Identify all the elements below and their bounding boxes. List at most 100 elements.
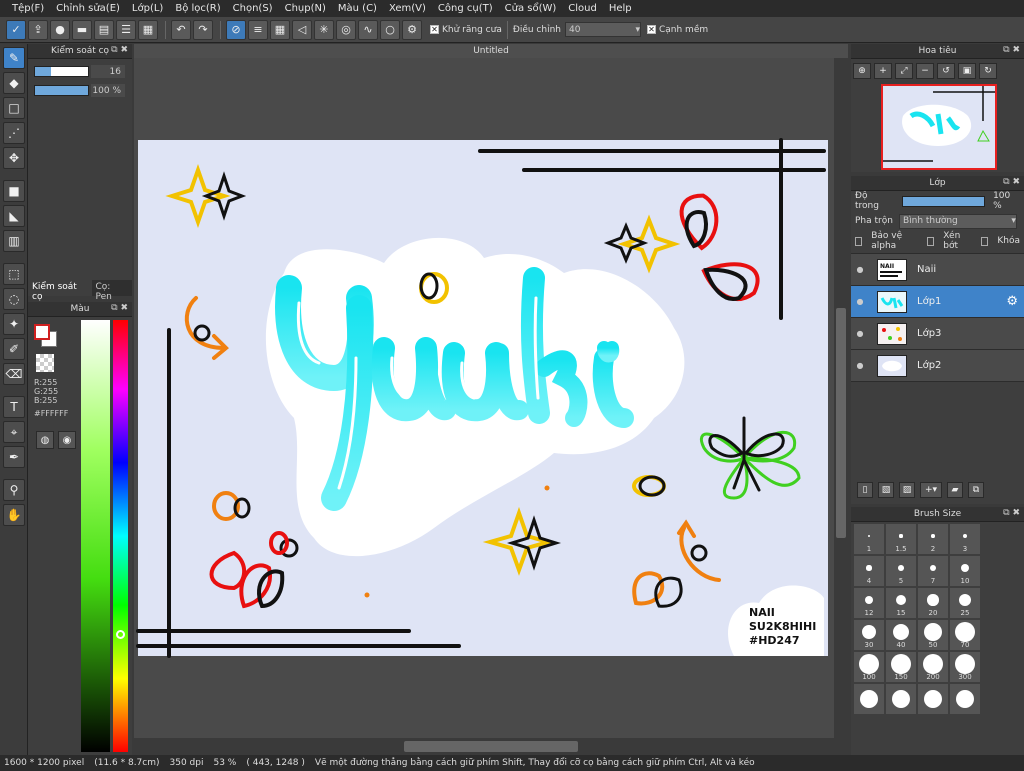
brush-size-option[interactable]: 40 (886, 620, 916, 650)
brush-size-option[interactable] (918, 684, 948, 714)
saturation-value-picker[interactable] (81, 320, 110, 752)
bucket-tool-icon[interactable]: ◣ (3, 205, 25, 227)
vertical-scroll-thumb[interactable] (836, 308, 846, 538)
tab-brush-control[interactable]: Kiểm soát cọ (28, 280, 92, 302)
new-layer-icon[interactable]: ▯ (857, 482, 873, 498)
comment-icon[interactable]: ▬ (72, 19, 92, 40)
layer-opacity-slider[interactable] (902, 195, 986, 207)
eyedropper-tool-icon[interactable]: ⚲ (3, 479, 25, 501)
lock-checkbox[interactable] (981, 236, 989, 246)
menu-edit[interactable]: Chỉnh sửa(E) (50, 3, 126, 14)
brush-size-option[interactable]: 1 (854, 524, 884, 554)
menu-color[interactable]: Màu (C) (332, 3, 383, 14)
panel-window-icons[interactable]: ⧉ ✖ (111, 45, 128, 55)
rotate-left-icon[interactable]: ↺ (937, 63, 955, 79)
zoom-out-icon[interactable]: − (916, 63, 934, 79)
menu-tools[interactable]: Công cụ(T) (432, 3, 499, 14)
grid-snap-icon[interactable]: ▦ (270, 19, 290, 40)
brush-size-option[interactable]: 70 (950, 620, 980, 650)
lasso-tool-icon[interactable]: ◌ (3, 288, 25, 310)
visibility-icon[interactable]: ● (853, 361, 867, 370)
brush-size-option[interactable]: 100 (854, 652, 884, 682)
horizontal-scroll-thumb[interactable] (404, 741, 578, 752)
brush-size-option[interactable]: 150 (886, 652, 916, 682)
brush-size-option[interactable]: 7 (918, 556, 948, 586)
fit-window-icon[interactable]: ⤢ (895, 63, 913, 79)
eraser-tool-icon[interactable]: ◆ (3, 72, 25, 94)
visibility-icon[interactable]: ● (853, 265, 867, 274)
brush-size-option[interactable] (854, 684, 884, 714)
correction-select[interactable]: 40 ▾ (564, 22, 641, 37)
brush-size-slider[interactable] (34, 66, 89, 77)
hue-slider-handle[interactable] (116, 630, 125, 639)
menu-help[interactable]: Help (603, 3, 638, 14)
hand-tool-icon[interactable]: ✋ (3, 504, 25, 526)
brush-size-option[interactable]: 2 (918, 524, 948, 554)
cloud-check-icon[interactable]: ✓ (6, 19, 26, 40)
brush-size-option[interactable]: 20 (918, 588, 948, 618)
brush-size-option[interactable] (950, 684, 980, 714)
clipping-checkbox[interactable] (927, 236, 935, 246)
palette-add-icon[interactable]: ◉ (58, 431, 76, 449)
panel-grid-icon[interactable]: ▦ (138, 19, 158, 40)
brush-size-option[interactable]: 50 (918, 620, 948, 650)
horizontal-scrollbar[interactable] (134, 738, 848, 755)
brush-size-option[interactable]: 5 (886, 556, 916, 586)
hue-slider[interactable] (113, 320, 128, 752)
brush-size-option[interactable]: 15 (886, 588, 916, 618)
antialias-toggle[interactable]: ✕ Khử răng cưa (430, 25, 502, 35)
redo-icon[interactable]: ↷ (193, 19, 213, 40)
visibility-icon[interactable]: ● (853, 329, 867, 338)
brush-size-value[interactable]: 16 (91, 65, 125, 78)
duplicate-layer-icon[interactable]: ⧉ (968, 482, 984, 498)
brush-size-option[interactable]: 4 (854, 556, 884, 586)
brush-size-option[interactable]: 300 (950, 652, 980, 682)
new-halftone-layer-icon[interactable]: ▧ (878, 482, 894, 498)
brush-size-option[interactable] (886, 684, 916, 714)
brush-opacity-slider[interactable] (34, 85, 89, 96)
select-eraser-tool-icon[interactable]: ⌫ (3, 363, 25, 385)
brush-size-option[interactable]: 12 (854, 588, 884, 618)
undo-icon[interactable]: ↶ (171, 19, 191, 40)
brush-opacity-value[interactable]: 100 % (91, 84, 125, 97)
panel-window-icons[interactable]: ⧉ ✖ (1003, 177, 1020, 187)
layer-row-selected[interactable]: ● Lớp1 ⚙ (851, 286, 1024, 318)
text-tool-icon[interactable]: T (3, 396, 25, 418)
dot-tool-icon[interactable]: ⋰ (3, 122, 25, 144)
export-icon[interactable]: ⇪ (28, 19, 48, 40)
radial-snap-icon[interactable]: ✳ (314, 19, 334, 40)
brush-size-option[interactable]: 3 (950, 524, 980, 554)
menu-cloud[interactable]: Cloud (562, 3, 603, 14)
zoom-in-icon[interactable]: + (874, 63, 892, 79)
perspective-snap-icon[interactable]: ◁ (292, 19, 312, 40)
page-icon[interactable]: ▤ (94, 19, 114, 40)
folder-icon[interactable]: ▰ (947, 482, 963, 498)
artwork-canvas[interactable]: NAII SU2K8HIHI #HD247 (134, 58, 848, 738)
rect-fill-tool-icon[interactable]: ■ (3, 180, 25, 202)
select-rect-tool-icon[interactable]: ⬚ (3, 263, 25, 285)
menu-snap[interactable]: Chụp(N) (279, 3, 332, 14)
navigator-thumbnail[interactable] (881, 84, 997, 170)
menu-file[interactable]: Tệp(F) (6, 3, 50, 14)
tab-brush-pen[interactable]: Cọ: Pen (92, 280, 133, 302)
palette-icon[interactable]: ◍ (36, 431, 54, 449)
foreground-color-swatch[interactable] (34, 324, 50, 340)
brush-size-option[interactable]: 25 (950, 588, 980, 618)
magic-wand-tool-icon[interactable]: ✦ (3, 313, 25, 335)
snap-settings-icon[interactable]: ⚙ (402, 19, 422, 40)
new-8bit-layer-icon[interactable]: ▨ (899, 482, 915, 498)
layer-row[interactable]: ● Lớp3 (851, 318, 1024, 350)
protect-alpha-checkbox[interactable] (855, 236, 863, 246)
gear-icon[interactable]: ⚙ (1006, 294, 1018, 309)
speech-bubble-icon[interactable]: ● (50, 19, 70, 40)
pen-tool-icon[interactable]: ✒ (3, 446, 25, 468)
brush-size-option[interactable]: 10 (950, 556, 980, 586)
transparent-color-swatch[interactable] (36, 354, 54, 372)
brush-tool-icon[interactable]: ✎ (3, 47, 25, 69)
select-pen-tool-icon[interactable]: ✐ (3, 338, 25, 360)
menu-select[interactable]: Chọn(S) (227, 3, 279, 14)
panel-window-icons[interactable]: ⧉ ✖ (1003, 508, 1020, 518)
panel-window-icons[interactable]: ⧉ ✖ (1003, 45, 1020, 55)
page-list-icon[interactable]: ☰ (116, 19, 136, 40)
panel-divide-tool-icon[interactable]: ⌖ (3, 421, 25, 443)
